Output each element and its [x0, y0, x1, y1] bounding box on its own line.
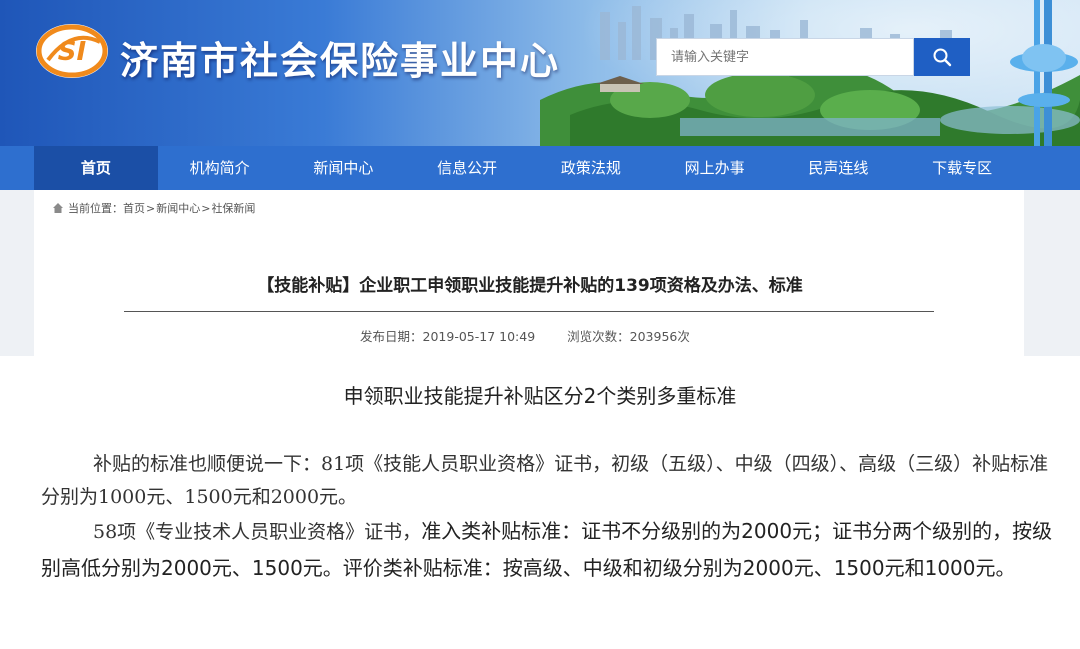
article-paragraph-1: 补贴的标准也顺便说一下：81项《技能人员职业资格》证书，初级（五级）、中级（四级…	[41, 453, 1049, 508]
breadcrumb-separator: >	[146, 201, 156, 215]
breadcrumb-news-link[interactable]: 新闻中心	[156, 200, 200, 216]
breadcrumb: 当前位置： 首页 > 新闻中心 > 社保新闻	[52, 200, 255, 216]
main-nav: 首页 机构简介 新闻中心 信息公开 政策法规 网上办事 民声连线 下载专区	[0, 146, 1080, 190]
breadcrumb-separator: >	[201, 201, 211, 215]
article-subheading: 申领职业技能提升补贴区分2个类别多重标准	[343, 384, 737, 408]
publish-date: 发布日期：2019-05-17 10:49	[360, 329, 535, 344]
nav-item-policy[interactable]: 政策法规	[529, 146, 653, 190]
tv-tower-image	[1010, 0, 1078, 146]
search-icon	[933, 48, 952, 67]
nav-item-feedback[interactable]: 民声连线	[777, 146, 901, 190]
nav-item-downloads[interactable]: 下载专区	[900, 146, 1024, 190]
nav-item-online-service[interactable]: 网上办事	[653, 146, 777, 190]
views-value: 203956次	[629, 329, 690, 344]
views-label: 浏览次数：	[567, 329, 630, 344]
nav-items: 首页 机构简介 新闻中心 信息公开 政策法规 网上办事 民声连线 下载专区	[34, 146, 1024, 190]
nav-item-about[interactable]: 机构简介	[158, 146, 282, 190]
breadcrumb-home-link[interactable]: 首页	[123, 200, 145, 216]
nav-item-disclosure[interactable]: 信息公开	[405, 146, 529, 190]
article-meta: 发布日期：2019-05-17 10:49 浏览次数：203956次	[360, 326, 718, 345]
nav-item-news[interactable]: 新闻中心	[282, 146, 406, 190]
breadcrumb-prefix: 当前位置：	[68, 202, 123, 215]
breadcrumb-social-news-link[interactable]: 社保新闻	[211, 200, 255, 216]
site-title: 济南市社会保险事业中心	[120, 39, 561, 83]
publish-label: 发布日期：	[360, 329, 423, 344]
site-banner: SI 济南市社会保险事业中心	[0, 0, 1080, 146]
paragraph-2-lead: 58项《专业技术人员职业资格》证书，	[93, 521, 422, 543]
search-button[interactable]	[914, 38, 970, 76]
title-divider	[124, 311, 934, 312]
article-paragraph-2: 58项《专业技术人员职业资格》证书，准入类补贴标准：证书不分级别的为2000元；…	[41, 513, 1056, 586]
search-input[interactable]	[656, 38, 914, 76]
view-count: 浏览次数：203956次	[567, 329, 690, 344]
si-logo-icon: SI	[36, 24, 108, 78]
home-pin-icon	[53, 203, 63, 213]
svg-text:SI: SI	[58, 37, 87, 67]
publish-value: 2019-05-17 10:49	[422, 329, 536, 344]
article-title: 【技能补贴】企业职工申领职业技能提升补贴的139项资格及办法、标准	[257, 276, 803, 296]
nav-item-home[interactable]: 首页	[34, 146, 158, 190]
